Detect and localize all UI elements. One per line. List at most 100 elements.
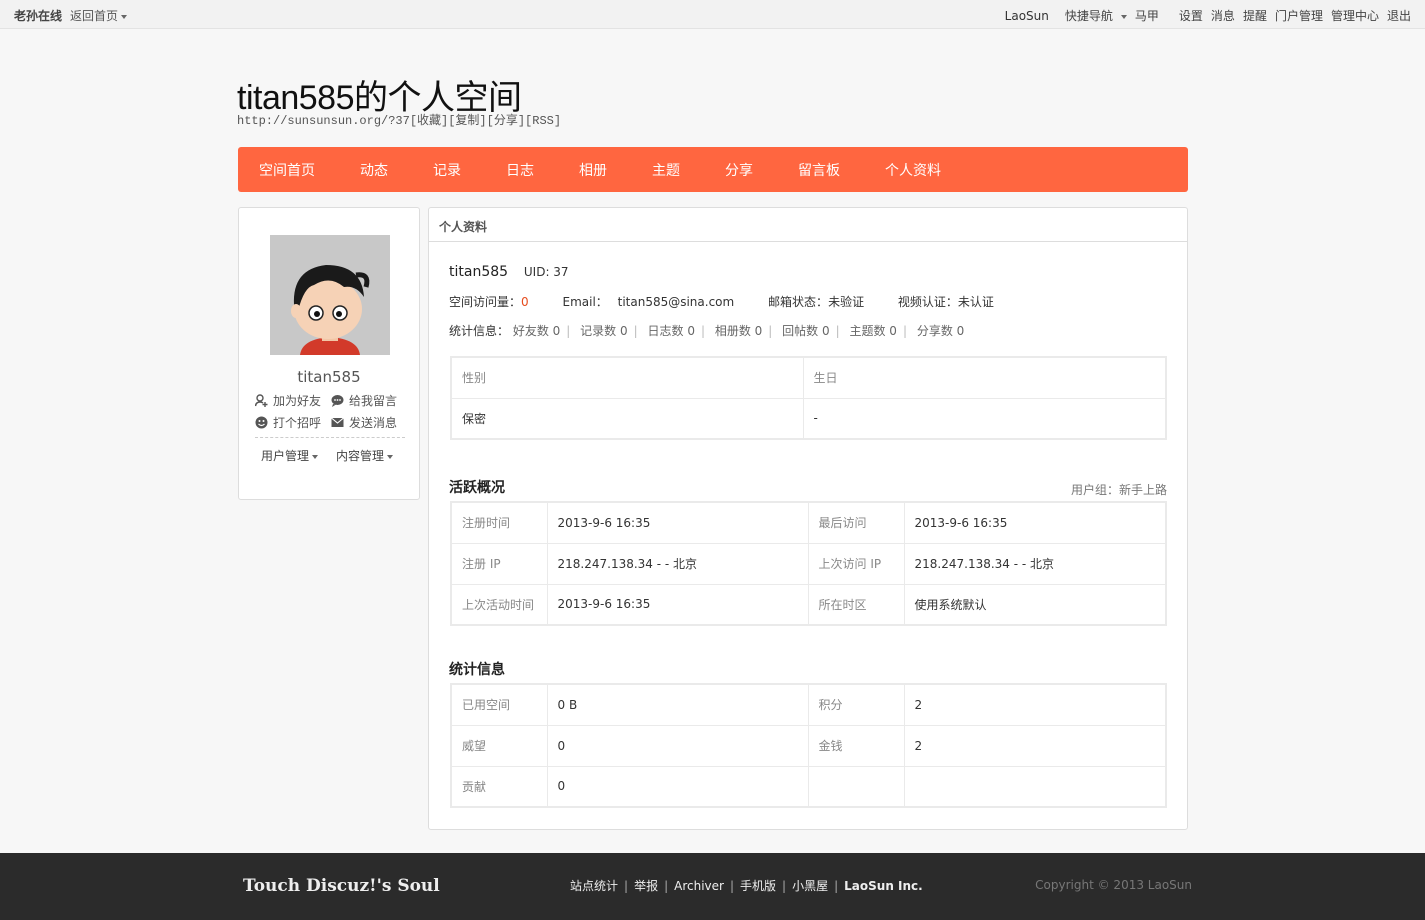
logout-link[interactable]: 退出 xyxy=(1387,7,1411,24)
statistics-table: 已用空间 0 B 积分 2 威望 0 金钱 2 贡献 0 xyxy=(450,683,1167,808)
messages-link[interactable]: 消息 xyxy=(1211,7,1235,24)
basic-info-table: 性别 生日 保密 - xyxy=(450,356,1167,440)
copy-link[interactable]: [复制] xyxy=(448,114,486,128)
home-link-label: 返回首页 xyxy=(70,9,119,23)
share-link[interactable]: [分享] xyxy=(487,114,525,128)
send-message-label: 发送消息 xyxy=(349,416,398,430)
email-value: titan585@sina.com xyxy=(617,295,735,309)
cell-label: 上次访问 IP xyxy=(807,542,905,585)
cell-label: 已用空间 xyxy=(450,683,548,726)
envelope-icon xyxy=(331,417,344,427)
email-label: Email： xyxy=(562,295,608,309)
content-manage-menu[interactable]: 内容管理 xyxy=(336,447,394,464)
leave-message-button[interactable]: 给我留言 xyxy=(331,392,397,409)
stat-shares-link[interactable]: 分享数 0 xyxy=(917,324,964,338)
cell-label xyxy=(807,765,905,808)
leave-message-label: 给我留言 xyxy=(349,394,398,408)
chat-bubble-icon xyxy=(331,395,344,407)
nav-item-album[interactable]: 相册 xyxy=(579,160,607,180)
usergroup-label[interactable]: 用户组：新手上路 xyxy=(1071,481,1167,498)
say-hello-button[interactable]: 打个招呼 xyxy=(255,414,321,431)
table-row: 已用空间 0 B 积分 2 xyxy=(450,683,1167,726)
cell-value: 2013-9-6 16:35 xyxy=(903,501,1167,544)
cell-label: 上次活动时间 xyxy=(450,583,548,626)
footer-slogan: Touch Discuz!'s Soul xyxy=(243,876,440,896)
footer-link-mobile[interactable]: 手机版 xyxy=(740,877,776,894)
cell-value: 2013-9-6 16:35 xyxy=(546,501,809,544)
space-url[interactable]: http://sunsunsun.org/?37 xyxy=(237,114,410,128)
space-nav: 空间首页 动态 记录 日志 相册 主题 分享 留言板 个人资料 xyxy=(238,147,1188,192)
stat-threads-link[interactable]: 主题数 0 xyxy=(849,324,896,338)
top-bar: 老孙在线 返回首页 LaoSun 快捷导航 马甲 设置 消息 提醒 门户管理 管… xyxy=(0,0,1425,29)
footer-copyright: Copyright © 2013 LaoSun xyxy=(1035,878,1192,892)
table-row: 上次活动时间 2013-9-6 16:35 所在时区 使用系统默认 xyxy=(450,583,1167,626)
content-manage-label: 内容管理 xyxy=(336,449,385,463)
rss-link[interactable]: [RSS] xyxy=(525,114,561,128)
profile-username: titan585 xyxy=(449,264,509,280)
space-url-line: http://sunsunsun.org/?37[收藏][复制][分享][RSS… xyxy=(237,111,561,128)
stat-blogs-link[interactable]: 日志数 0 xyxy=(648,324,695,338)
footer-link-blackroom[interactable]: 小黑屋 xyxy=(792,877,828,894)
cell-value: 2013-9-6 16:35 xyxy=(546,583,809,626)
send-message-button[interactable]: 发送消息 xyxy=(331,414,397,431)
cell-value: 0 xyxy=(546,724,809,767)
notifications-link[interactable]: 提醒 xyxy=(1243,7,1267,24)
quick-nav-menu[interactable]: 快捷导航 xyxy=(1057,7,1127,24)
nav-item-records[interactable]: 记录 xyxy=(433,160,461,180)
stat-friends-link[interactable]: 好友数 0 xyxy=(513,324,560,338)
site-name-link[interactable]: 老孙在线 xyxy=(14,7,62,24)
activity-title: 活跃概况 xyxy=(449,480,505,496)
chevron-down-icon xyxy=(1120,14,1127,19)
nav-item-blog[interactable]: 日志 xyxy=(506,160,534,180)
chevron-down-icon xyxy=(121,14,128,19)
add-user-icon xyxy=(255,394,268,407)
avatar[interactable] xyxy=(270,235,390,355)
add-friend-label: 加为好友 xyxy=(273,394,322,408)
portal-admin-link[interactable]: 门户管理 xyxy=(1275,7,1323,24)
settings-link[interactable]: 设置 xyxy=(1179,7,1203,24)
stat-records-link[interactable]: 记录数 0 xyxy=(580,324,627,338)
stats-label: 统计信息： xyxy=(449,324,510,338)
cell-label: 金钱 xyxy=(807,724,905,767)
footer-link-report[interactable]: 举报 xyxy=(634,877,658,894)
stat-replies-link[interactable]: 回帖数 0 xyxy=(782,324,829,338)
nav-item-home[interactable]: 空间首页 xyxy=(259,160,315,180)
profile-info-row: 空间访问量：0 Email： titan585@sina.com 邮箱状态：未验… xyxy=(449,293,994,310)
cell-label: 积分 xyxy=(807,683,905,726)
visits-label: 空间访问量： xyxy=(449,295,522,309)
user-manage-menu[interactable]: 用户管理 xyxy=(261,447,319,464)
profile-panel: 个人资料 titan585 UID: 37 空间访问量：0 Email： tit… xyxy=(428,207,1188,830)
footer-link-archiver[interactable]: Archiver xyxy=(674,879,724,893)
cell-label: 贡献 xyxy=(450,765,548,808)
nav-item-threads[interactable]: 主题 xyxy=(652,160,680,180)
nav-item-feed[interactable]: 动态 xyxy=(360,160,388,180)
add-friend-button[interactable]: 加为好友 xyxy=(255,392,321,409)
cell-label: 注册 IP xyxy=(450,542,548,585)
footer-link-stats[interactable]: 站点统计 xyxy=(570,877,618,894)
cell-value: 218.247.138.34 - - 北京 xyxy=(546,542,809,585)
stats-row: 统计信息： 好友数 0 | 记录数 0 | 日志数 0 | 相册数 0 | 回帖数 0 |… xyxy=(449,324,965,338)
brand-link[interactable]: LaoSun xyxy=(1005,9,1049,23)
table-row: 贡献 0 xyxy=(450,765,1167,808)
home-link[interactable]: 返回首页 xyxy=(70,7,128,24)
stat-albums-link[interactable]: 相册数 0 xyxy=(715,324,762,338)
cell-value xyxy=(903,765,1167,808)
sidebar-username[interactable]: titan585 xyxy=(239,368,419,386)
nav-item-share[interactable]: 分享 xyxy=(725,160,753,180)
nav-item-profile[interactable]: 个人资料 xyxy=(885,160,941,180)
cell-label: 最后访问 xyxy=(807,501,905,544)
chevron-down-icon xyxy=(312,454,319,459)
footer-link-company[interactable]: LaoSun Inc. xyxy=(844,879,923,893)
cell-label: 注册时间 xyxy=(450,501,548,544)
footer-links: 站点统计 | 举报 | Archiver | 手机版 | 小黑屋 | LaoSun Inc… xyxy=(570,877,923,894)
nav-item-guestbook[interactable]: 留言板 xyxy=(798,160,840,180)
video-auth-label: 视频认证： xyxy=(897,295,958,309)
cell-value: 0 xyxy=(546,765,809,808)
profile-sidebar: titan585 加为好友 给我留言 打个招呼 发送消息 用户管理 内容管理 xyxy=(238,207,420,500)
quick-nav-label: 快捷导航 xyxy=(1064,9,1113,23)
favorite-link[interactable]: [收藏] xyxy=(410,114,448,128)
user-link[interactable]: 马甲 xyxy=(1135,7,1159,24)
cell-value: 0 B xyxy=(546,683,809,726)
visits-value[interactable]: 0 xyxy=(521,295,529,309)
admin-center-link[interactable]: 管理中心 xyxy=(1331,7,1379,24)
